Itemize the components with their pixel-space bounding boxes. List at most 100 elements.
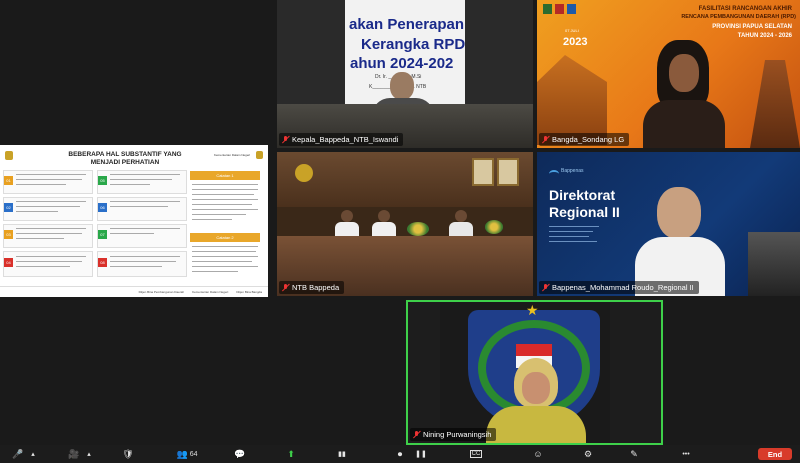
banner-line-1: FASILITASI RANCANGAN AKHIR — [698, 6, 792, 12]
video-tile-ntb-bappeda[interactable]: NTB Bappeda — [277, 152, 533, 296]
banner-date: 07 JULI — [565, 28, 579, 33]
video-tile-kepala-bappeda[interactable]: akan Penerapan Kerangka RPD ahun 2024-20… — [277, 0, 533, 148]
video-icon: 🎥 — [68, 448, 80, 459]
participant-name: Bangda_Sondang LG — [552, 135, 625, 144]
summary-button[interactable]: ▮▮ — [334, 445, 350, 463]
audio-button[interactable]: 🎤 — [10, 445, 26, 463]
directorate-title-1: Direktorat — [549, 187, 616, 203]
emblem-star-icon: ★ — [526, 302, 539, 318]
audio-options-icon: ▴ — [31, 451, 35, 458]
slide-item-number: 04 — [4, 258, 13, 267]
shared-presentation-slide[interactable]: Kementerian Dalam Negeri BEBERAPA HAL SU… — [0, 145, 268, 297]
apps-icon: ⚙ — [583, 448, 593, 459]
slide-footer-text-3: Ditjen Bina Bangda — [236, 290, 262, 294]
video-options-button[interactable]: ▴ — [84, 445, 94, 463]
bappenas-logo-text: Bappenas — [561, 168, 584, 174]
slide-title-line-2: MENJADI PERHATIAN — [90, 159, 160, 166]
slide-text-line-1: akan Penerapan — [349, 16, 465, 33]
record-button[interactable]: ⏺ — [392, 445, 408, 463]
participant-video-person — [486, 358, 586, 443]
apps-button[interactable]: ⚙ — [580, 445, 596, 463]
slide-footer-text-1: Ditjen Bina Pembangunan Daerah — [138, 290, 185, 294]
participants-icon: 👥 — [176, 448, 188, 459]
mic-muted-icon — [282, 283, 289, 292]
chat-button[interactable]: 💬 — [232, 445, 248, 463]
slide-item-number: 01 — [4, 176, 13, 185]
slide-text-line-2: Kerangka RPD — [361, 36, 466, 53]
slide-item-number: 02 — [4, 203, 13, 212]
whiteboard-button[interactable]: ✎ — [626, 445, 642, 463]
wall-emblem — [295, 164, 313, 182]
participants-count: 64 — [189, 450, 198, 458]
participant-name: Kepala_Bappeda_NTB_Iswandi — [292, 135, 399, 144]
banner-line-3: PROVINSI PAPUA SELATAN — [712, 24, 792, 30]
banner-logo-group — [543, 4, 576, 14]
video-button[interactable]: 🎥 — [66, 445, 82, 463]
slide-title: BEBERAPA HAL SUBSTANTIF YANG MENJADI PER… — [40, 151, 210, 167]
participant-name: NTB Bappeda — [292, 283, 340, 292]
banner-building — [537, 55, 607, 145]
audio-options-button[interactable]: ▴ — [28, 445, 38, 463]
summary-icon: ▮▮ — [338, 451, 346, 458]
participant-name-tag: Nining Purwaningsih — [410, 428, 497, 441]
slide-item-8 — [97, 251, 187, 277]
wall-portrait — [497, 158, 519, 186]
slide-org-logo-icon — [256, 151, 263, 159]
slide-item-4 — [3, 251, 93, 277]
share-screen-icon: ⬆ — [287, 448, 295, 459]
slide-item-number: 05 — [98, 176, 107, 185]
participants-button[interactable]: 👥 64 — [172, 445, 202, 463]
pause-icon: ❚❚ — [415, 451, 427, 458]
participant-name-tag: Kepala_Bappeda_NTB_Iswandi — [279, 133, 404, 146]
chat-icon: 💬 — [234, 448, 246, 459]
participant-video-person — [639, 40, 729, 148]
video-tile-bangda-sondang[interactable]: 07 JULI 2023 FASILITASI RANCANGAN AKHIR … — [537, 0, 800, 148]
security-button[interactable]: 🛡 — [120, 445, 136, 463]
wall-portrait — [472, 158, 494, 186]
share-screen-button[interactable]: ⬆ — [283, 445, 299, 463]
meeting-toolbar: 🎤 ▴ 🎥 ▴ 🛡 👥 64 💬 ⬆ ▮▮ ⏺ ❚❚ CC ☺ ⚙ ✎ ••• E… — [0, 445, 800, 463]
audio-icon: 🎤 — [12, 448, 24, 459]
slide-caption-2-header: Catatan 2 — [190, 233, 260, 242]
participant-name: Nining Purwaningsih — [423, 430, 492, 439]
more-button[interactable]: ••• — [676, 445, 696, 463]
directorate-title-2: Regional II — [549, 204, 620, 220]
captions-button[interactable]: CC — [468, 445, 484, 463]
banner-year: 2023 — [563, 36, 588, 48]
flower-arrangement — [485, 220, 503, 234]
pause-record-button[interactable]: ❚❚ — [414, 445, 428, 463]
mic-muted-icon — [413, 430, 420, 439]
emblem-flag — [516, 344, 552, 356]
banner-line-2: RENCANA PEMBANGUNAN DAERAH (RPD) — [681, 14, 796, 20]
slide-title-line-1: BEBERAPA HAL SUBSTANTIF YANG — [68, 151, 182, 158]
participant-name-tag: Bappenas_Mohammad Roudo_Regional II — [539, 281, 699, 294]
more-icon: ••• — [682, 450, 690, 458]
record-icon: ⏺ — [397, 448, 403, 459]
slide-item-number: 06 — [98, 203, 107, 212]
slide-footer-text-2: Kementerian Dalam Negeri — [192, 290, 229, 294]
reactions-button[interactable]: ☺ — [530, 445, 546, 463]
mic-muted-icon — [542, 283, 549, 292]
slide-item-number: 08 — [98, 258, 107, 267]
slide-item-number: 07 — [98, 230, 107, 239]
whiteboard-icon: ✎ — [630, 448, 638, 459]
mic-muted-icon — [542, 135, 549, 144]
end-meeting-button[interactable]: End — [758, 448, 792, 460]
video-options-icon: ▴ — [87, 451, 91, 458]
participant-name-tag: NTB Bappeda — [279, 281, 345, 294]
reactions-icon: ☺ — [533, 449, 543, 459]
video-tile-nining-purwaningsih[interactable]: ★ Nining Purwaningsih — [406, 300, 663, 445]
slide-caption-1-header: Catatan 1 — [190, 171, 260, 180]
participant-name: Bappenas_Mohammad Roudo_Regional II — [552, 283, 694, 292]
video-tile-bappenas-roudo[interactable]: Bappenas Direktorat Regional II Bappenas… — [537, 152, 800, 296]
captions-icon: CC — [469, 450, 483, 458]
participant-name-tag: Bangda_Sondang LG — [539, 133, 630, 146]
banner-line-4: TAHUN 2024 - 2026 — [737, 33, 792, 39]
participant-video-person — [635, 187, 725, 296]
mic-muted-icon — [282, 135, 289, 144]
flower-arrangement — [407, 222, 429, 236]
bappenas-logo-icon — [549, 170, 559, 178]
banner-figure — [750, 60, 800, 148]
slide-footer: Ditjen Bina Pembangunan Daerah Kementeri… — [0, 286, 268, 297]
security-icon: 🛡 — [122, 448, 134, 459]
